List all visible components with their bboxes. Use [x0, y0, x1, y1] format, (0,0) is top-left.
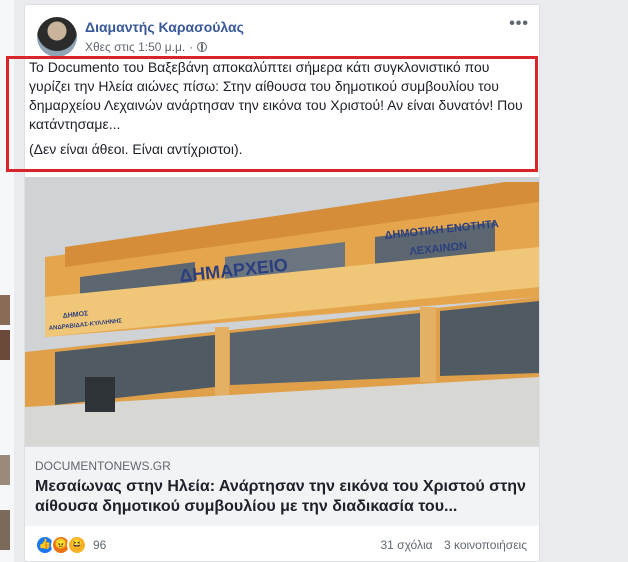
comments-count[interactable]: 31 σχόλια [380, 538, 432, 552]
shares-count[interactable]: 3 κοινοποιήσεις [444, 538, 527, 552]
link-preview-image[interactable]: ΔΗΜΑΡΧΕΙΟ ΔΗΜΟΤΙΚΗ ΕΝΟΤΗΤΑ ΛΕΧΑΙΝΩΝ ΔΗΜΟ… [25, 177, 539, 446]
highlight-annotation-box [6, 56, 538, 172]
more-options-icon[interactable]: ••• [509, 15, 529, 33]
post-meta: Χθες στις 1:50 μ.μ. · [85, 40, 208, 54]
sidebar-thumbnail[interactable] [0, 510, 10, 550]
haha-icon: 😆 [67, 535, 87, 555]
reactions-summary[interactable]: 👍 😠 😆 96 [35, 535, 106, 555]
link-headline[interactable]: Μεσαίωνας στην Ηλεία: Ανάρτησαν την εικό… [35, 477, 529, 517]
engagement-stats: 31 σχόλια 3 κοινοποιήσεις [380, 538, 527, 552]
link-preview-info[interactable]: DOCUMENTONEWS.GR Μεσαίωνας στην Ηλεία: Α… [25, 446, 539, 526]
post-time[interactable]: Χθες στις 1:50 μ.μ. [85, 40, 185, 54]
sidebar-thumbnail[interactable] [0, 455, 10, 485]
globe-icon[interactable] [197, 42, 208, 52]
sidebar-thumbnail[interactable] [0, 295, 10, 325]
author-name[interactable]: Διαμαντής Καρασούλας [85, 19, 244, 35]
sidebar-thumbnail[interactable] [0, 330, 10, 360]
town-hall-photo: ΔΗΜΑΡΧΕΙΟ ΔΗΜΟΤΙΚΗ ΕΝΟΤΗΤΑ ΛΕΧΑΙΝΩΝ ΔΗΜΟ… [25, 177, 539, 446]
avatar[interactable] [37, 17, 77, 57]
link-domain: DOCUMENTONEWS.GR [35, 459, 171, 473]
reaction-count[interactable]: 96 [93, 538, 106, 552]
